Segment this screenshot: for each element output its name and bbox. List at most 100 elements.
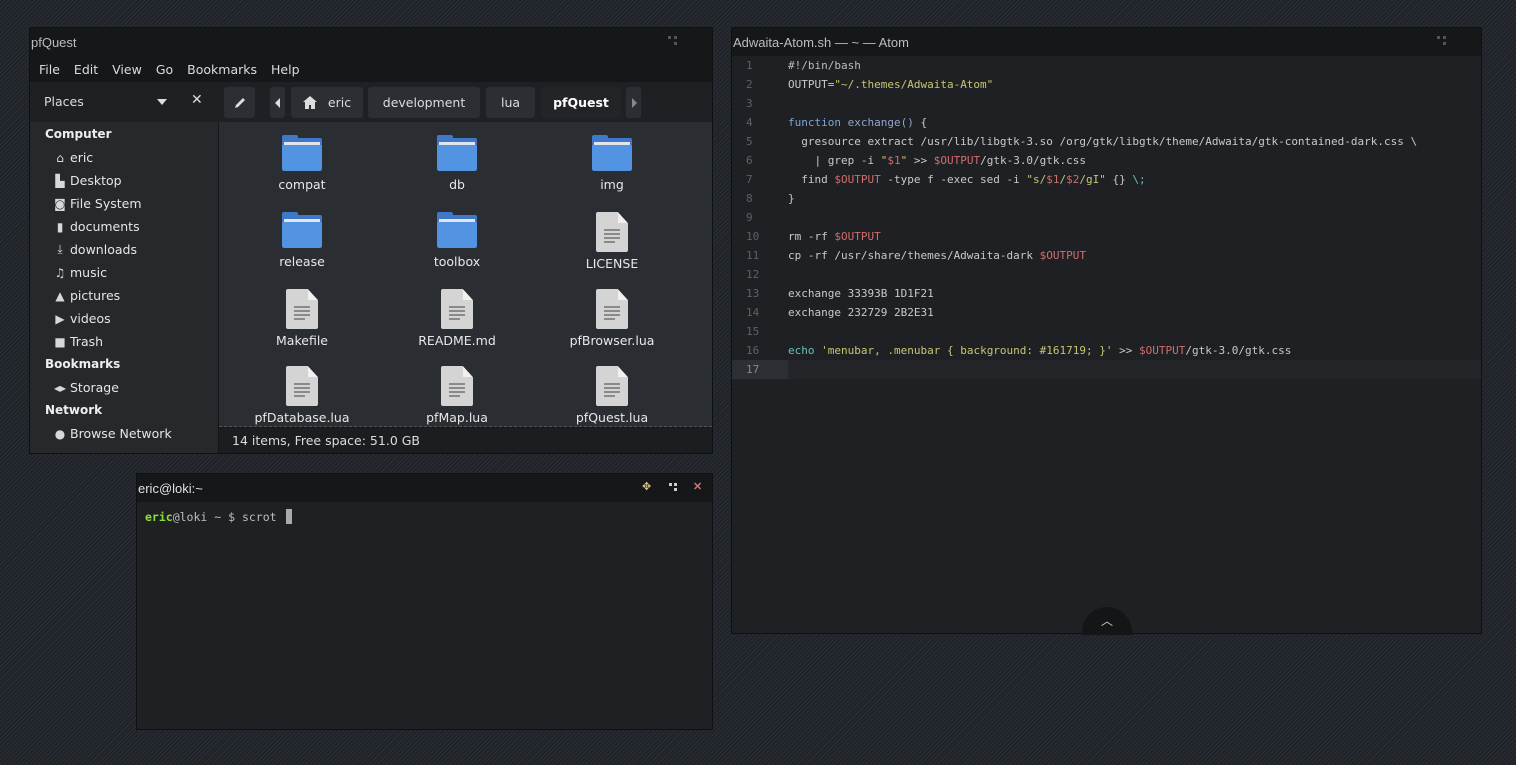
code-token: } (788, 192, 795, 205)
breadcrumb-lua[interactable]: lua (486, 87, 535, 118)
file-name: img (600, 177, 624, 192)
code-token: find (788, 173, 835, 186)
scroll-up-button[interactable]: ︿ (1082, 607, 1132, 635)
code-line: exchange 33393B 1D1F21 (788, 284, 934, 303)
file-view[interactable]: compat db img release toolbox LICENSE Makefile… (219, 122, 712, 427)
minimize-button[interactable]: ✥ (642, 480, 651, 493)
line-number: 8 (746, 192, 753, 205)
menu-file[interactable]: File (39, 62, 60, 77)
menu-bookmarks[interactable]: Bookmarks (187, 62, 257, 77)
line-number: 3 (746, 97, 753, 110)
menu-go[interactable]: Go (156, 62, 173, 77)
breadcrumb-back-button[interactable] (270, 87, 285, 118)
code-editor[interactable]: 1 2 3 4 5 6 7 8 9 10 11 12 13 14 15 16 17 #!/bin/bash OUT… (732, 56, 1481, 635)
breadcrumb-forward-button[interactable] (626, 87, 641, 118)
window-grip-icon[interactable] (1437, 36, 1447, 46)
folder-item[interactable]: img (542, 135, 682, 192)
chevron-left-icon (274, 97, 280, 108)
sidebar-item-label: pictures (70, 288, 121, 303)
sidebar-item-label: Trash (70, 334, 104, 349)
line-number: 10 (746, 230, 760, 243)
code-line: gresource extract /usr/lib/libgtk-3.so /… (788, 132, 1417, 151)
code-token: $OUTPUT (1039, 249, 1087, 262)
file-name: README.md (418, 333, 496, 348)
sidebar-item-pictures[interactable]: ▲ pictures (53, 288, 120, 303)
window-title: Adwaita-Atom.sh — ~ — Atom (733, 34, 909, 50)
file-manager-window: pfQuest File Edit View Go Bookmarks Help Plac… (29, 27, 713, 454)
sidebar-section-bookmarks: Bookmarks (45, 357, 121, 371)
breadcrumb-pfquest[interactable]: pfQuest (541, 87, 621, 118)
folder-item[interactable]: compat (232, 135, 372, 192)
code-line (788, 360, 1481, 379)
window-title: pfQuest (31, 34, 77, 50)
sidebar-item-storage[interactable]: ◂▸ Storage (53, 380, 119, 395)
folder-item[interactable]: toolbox (387, 212, 527, 269)
code-line: find $OUTPUT -type f -exec sed -i "s/$1 /… (788, 170, 1145, 189)
atom-titlebar[interactable]: Adwaita-Atom.sh — ~ — Atom (732, 28, 1481, 56)
sidebar-item-downloads[interactable]: ⤓ downloads (53, 242, 137, 257)
line-number: 16 (746, 344, 760, 357)
file-item[interactable]: pfDatabase.lua (232, 366, 372, 425)
breadcrumb-eric[interactable]: eric (291, 87, 363, 118)
text-file-icon (441, 289, 473, 329)
sidebar-item-eric[interactable]: ⌂ eric (53, 150, 93, 165)
close-button[interactable]: ✕ (693, 480, 702, 493)
menu-edit[interactable]: Edit (74, 62, 98, 77)
window-grip-icon[interactable] (668, 36, 678, 46)
sidebar-item-music[interactable]: ♫ music (53, 265, 107, 280)
code-token: #!/bin/bash (788, 59, 861, 72)
home-icon (302, 96, 317, 109)
breadcrumb-development[interactable]: development (368, 87, 480, 118)
code-token: "s/ (1026, 173, 1047, 186)
sidebar-item-videos[interactable]: ▶ videos (53, 311, 110, 326)
folder-item[interactable]: release (232, 212, 372, 269)
file-item[interactable]: LICENSE (542, 212, 682, 271)
places-selector[interactable]: Places (44, 94, 84, 109)
file-manager-titlebar[interactable]: pfQuest (30, 28, 712, 56)
text-file-icon (441, 366, 473, 406)
atom-editor-window: Adwaita-Atom.sh — ~ — Atom 1 2 3 4 5 6 7 8 9 10 11… (731, 27, 1482, 635)
video-icon: ▶ (55, 311, 65, 326)
code-token: /gI" (1079, 173, 1106, 186)
chevron-down-icon[interactable] (157, 99, 167, 105)
terminal-titlebar[interactable]: eric@loki:~ ✥ ✕ (137, 474, 712, 502)
music-icon: ♫ (54, 265, 66, 280)
folder-icon (282, 212, 322, 248)
text-file-icon (596, 212, 628, 252)
file-name: pfQuest.lua (575, 410, 649, 425)
menu-view[interactable]: View (112, 62, 142, 77)
sidebar-item-label: documents (70, 219, 140, 234)
sidebar-item-desktop[interactable]: ▙ Desktop (53, 173, 121, 188)
code-line: exchange 232729 2B2E31 (788, 303, 934, 322)
sidebar-item-browse-network[interactable]: ● Browse Network (53, 426, 172, 441)
trash-icon: ■ (54, 334, 66, 349)
file-item[interactable]: pfBrowser.lua (542, 289, 682, 348)
sidebar-item-label: Browse Network (70, 426, 172, 441)
code-token: {} (1105, 173, 1133, 186)
code-token: "~/.themes/Adwaita-Atom" (834, 78, 994, 91)
file-item[interactable]: Makefile (232, 289, 372, 348)
code-token: $1 (1046, 173, 1060, 186)
code-token: $2 (1066, 173, 1080, 186)
sidebar-item-documents[interactable]: ▮ documents (53, 219, 140, 234)
menu-help[interactable]: Help (271, 62, 300, 77)
edit-location-button[interactable] (224, 87, 255, 118)
close-sidebar-button[interactable]: ✕ (191, 92, 203, 108)
code-token: /gtk-3.0/gtk.css (980, 154, 1087, 167)
text-cursor (285, 509, 292, 524)
terminal-output[interactable]: eric@loki ~ $ scrot (137, 502, 712, 729)
folder-item[interactable]: db (387, 135, 527, 192)
breadcrumb-label: eric (327, 95, 352, 110)
line-number: 5 (746, 135, 753, 148)
file-item[interactable]: pfMap.lua (387, 366, 527, 425)
menubar: File Edit View Go Bookmarks Help (30, 56, 712, 82)
sidebar-item-label: downloads (70, 242, 137, 257)
sidebar-item-trash[interactable]: ■ Trash (53, 334, 103, 349)
file-item[interactable]: pfQuest.lua (542, 366, 682, 425)
code-token: 'menubar, .menubar { background: #161719… (821, 344, 1113, 357)
sidebar-item-file-system[interactable]: ◙ File System (53, 196, 141, 211)
maximize-button[interactable] (669, 483, 679, 493)
code-line: } (788, 189, 795, 208)
file-item[interactable]: README.md (387, 289, 527, 348)
file-name: LICENSE (585, 256, 639, 271)
